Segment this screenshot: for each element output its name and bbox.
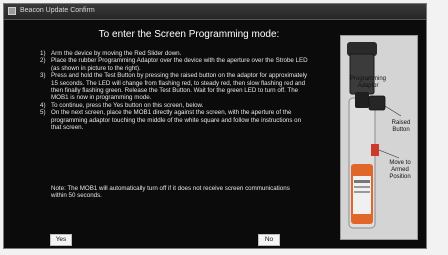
step-item: 1) Arm the device by moving the Red Slid…	[40, 50, 308, 57]
step-number: 5)	[40, 109, 46, 117]
step-item: 5) On the next screen, place the MOB1 di…	[40, 109, 308, 131]
label-programming-adaptor: Programming Adaptor	[349, 76, 386, 89]
device-illustration	[341, 36, 417, 239]
label-armed-position: Move to Armed Position	[389, 160, 411, 180]
step-number: 2)	[40, 57, 46, 65]
app-icon	[8, 7, 16, 15]
step-text: To continue, press the Yes button on thi…	[51, 101, 204, 109]
step-number: 4)	[40, 101, 46, 109]
label-raised-button: Raised Button	[391, 120, 411, 133]
update-confirm-window: Beacon Update Confirm To enter the Scree…	[3, 3, 427, 249]
step-text: Place the rubber Programming Adaptor ove…	[51, 57, 308, 72]
window-title: Beacon Update Confirm	[20, 7, 95, 14]
yes-button[interactable]: Yes	[50, 234, 72, 246]
step-text: Press and hold the Test Button by pressi…	[51, 72, 308, 102]
page-heading: To enter the Screen Programming mode:	[98, 29, 280, 40]
step-item: 4) To continue, press the Yes button on …	[40, 102, 308, 109]
step-text: Arm the device by moving the Red Slider …	[51, 50, 182, 57]
step-text: On the next screen, place the MOB1 direc…	[51, 109, 302, 132]
step-number: 1)	[40, 50, 46, 57]
step-item: 2) Place the rubber Programming Adaptor …	[40, 57, 308, 72]
no-button[interactable]: No	[258, 234, 280, 246]
instruction-steps: 1) Arm the device by moving the Red Slid…	[40, 50, 308, 131]
timeout-note: Note: The MOB1 will automatically turn o…	[51, 185, 290, 200]
device-photo: Programming Adaptor Raised Button Move t…	[340, 35, 418, 240]
title-bar[interactable]: Beacon Update Confirm	[4, 4, 426, 20]
step-item: 3) Press and hold the Test Button by pre…	[40, 72, 308, 102]
step-number: 3)	[40, 72, 46, 80]
